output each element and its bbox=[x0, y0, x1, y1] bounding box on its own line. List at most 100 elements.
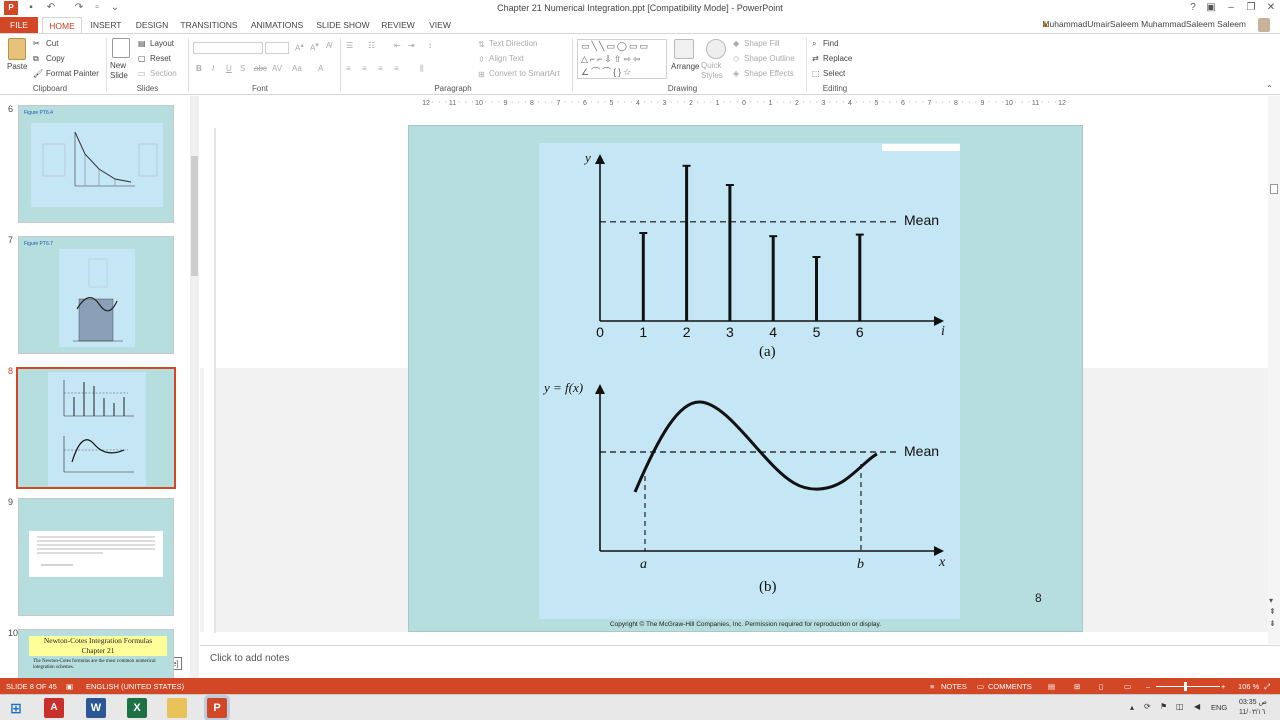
shapes-gallery[interactable]: ▭╲╲▭◯▭▭ △⌐⌐⇩⇧⇨⇦ ∠⌒⌒{}☆ bbox=[577, 39, 667, 79]
thumbnails-scrollbar[interactable] bbox=[190, 96, 199, 678]
slide-thumbnail-8[interactable] bbox=[16, 367, 176, 489]
ribbon-display-options-icon[interactable]: ▣ bbox=[1204, 1, 1218, 15]
slide-sorter-icon[interactable]: ⊞ bbox=[1074, 682, 1080, 691]
shape-fill-icon[interactable]: ◆ bbox=[733, 39, 739, 48]
align-text-button[interactable]: Align Text bbox=[489, 54, 524, 63]
scrollbar-thumb[interactable] bbox=[1270, 184, 1278, 194]
excel-icon[interactable]: X bbox=[127, 698, 147, 718]
scroll-down-icon[interactable]: ▾ bbox=[1269, 596, 1273, 605]
shadow-icon[interactable]: S bbox=[240, 64, 245, 73]
zoom-slider-thumb[interactable] bbox=[1184, 682, 1187, 691]
zoom-slider[interactable] bbox=[1156, 686, 1220, 687]
select-button[interactable]: Select bbox=[823, 69, 845, 78]
next-slide-icon[interactable]: ⇟ bbox=[1269, 619, 1276, 628]
tab-review[interactable]: REVIEW bbox=[378, 17, 418, 33]
action-center-icon[interactable]: ⚑ bbox=[1160, 702, 1167, 711]
arrange-button[interactable]: Arrange bbox=[671, 62, 699, 71]
slide-thumbnail-10[interactable]: Newton-Cotes Integration Formulas Chapte… bbox=[18, 629, 174, 679]
smartart-icon[interactable]: ⊞ bbox=[478, 70, 485, 79]
tab-design[interactable]: DESIGN bbox=[132, 17, 172, 33]
word-icon[interactable]: W bbox=[86, 698, 106, 718]
previous-slide-icon[interactable]: ⇞ bbox=[1269, 607, 1276, 616]
text-direction-button[interactable]: Text Direction bbox=[489, 39, 537, 48]
reset-button[interactable]: Reset bbox=[150, 54, 171, 63]
help-icon[interactable]: ? bbox=[1186, 1, 1200, 15]
spellcheck-icon[interactable]: ▣ bbox=[66, 682, 73, 691]
reading-view-icon[interactable]: ▯ bbox=[1099, 682, 1103, 691]
comments-icon[interactable]: ▭ bbox=[977, 682, 984, 691]
volume-icon[interactable]: ◀ bbox=[1194, 702, 1200, 711]
find-icon[interactable]: ⌕ bbox=[812, 39, 816, 49]
quick-styles-button[interactable]: Quick Styles bbox=[701, 61, 731, 81]
paste-icon[interactable] bbox=[8, 38, 26, 60]
avatar[interactable] bbox=[1258, 18, 1270, 32]
show-hidden-icons-icon[interactable]: ▴ bbox=[1130, 703, 1134, 712]
line-spacing-icon[interactable]: ↕ bbox=[428, 41, 432, 50]
user-name[interactable]: MuhammadUmairSaleem MuhammadSaleem Salee… bbox=[1042, 19, 1246, 29]
file-explorer-icon[interactable] bbox=[167, 698, 187, 718]
slide-thumbnail-7[interactable]: Figure PT6.7 bbox=[18, 236, 174, 354]
section-icon[interactable]: ▭ bbox=[138, 69, 146, 78]
zoom-in-icon[interactable]: + bbox=[1221, 682, 1225, 691]
font-size-field[interactable] bbox=[265, 42, 289, 54]
arrange-icon[interactable] bbox=[674, 39, 694, 59]
powerpoint-taskbar-icon[interactable]: P bbox=[207, 698, 227, 718]
replace-button[interactable]: Replace bbox=[823, 54, 852, 63]
notes-button[interactable]: NOTES bbox=[941, 682, 967, 691]
notes-placeholder[interactable]: Click to add notes bbox=[210, 653, 290, 664]
input-language[interactable]: ENG bbox=[1211, 703, 1227, 712]
new-slide-icon[interactable] bbox=[112, 38, 130, 58]
underline-icon[interactable]: U bbox=[226, 64, 232, 73]
convert-smartart-button[interactable]: Convert to SmartArt bbox=[489, 69, 560, 78]
strikethrough-icon[interactable]: abc bbox=[254, 64, 267, 73]
copy-button[interactable]: Copy bbox=[46, 54, 65, 63]
format-painter-icon[interactable]: 🖌 bbox=[33, 69, 43, 78]
close-icon[interactable]: ✕ bbox=[1264, 1, 1278, 15]
reset-icon[interactable]: ▢ bbox=[138, 54, 146, 63]
align-center-icon[interactable]: ≡ bbox=[362, 64, 367, 73]
clock-time[interactable]: 03:35 ص bbox=[1239, 698, 1267, 706]
justify-icon[interactable]: ≡ bbox=[394, 64, 399, 73]
shape-effects-icon[interactable]: ◈ bbox=[733, 69, 739, 78]
quick-styles-icon[interactable] bbox=[706, 39, 726, 59]
zoom-out-icon[interactable]: – bbox=[1146, 682, 1150, 691]
format-painter-button[interactable]: Format Painter bbox=[46, 69, 99, 78]
normal-view-icon[interactable]: ▤ bbox=[1048, 682, 1055, 691]
layout-button[interactable]: Layout bbox=[150, 39, 174, 48]
network-icon[interactable]: ◫ bbox=[1176, 702, 1184, 711]
notes-pane[interactable]: Click to add notes bbox=[200, 645, 1280, 678]
collapse-ribbon-icon[interactable]: ⌃ bbox=[1266, 84, 1273, 93]
acrobat-icon[interactable]: A bbox=[44, 698, 64, 718]
change-case-icon[interactable]: Aa bbox=[292, 64, 302, 73]
tab-insert[interactable]: INSERT bbox=[86, 17, 126, 33]
tab-file[interactable]: FILE bbox=[0, 17, 38, 33]
fit-to-window-icon[interactable]: ⤢ bbox=[1264, 682, 1270, 692]
language-label[interactable]: ENGLISH (UNITED STATES) bbox=[86, 682, 184, 691]
paste-button[interactable]: Paste bbox=[7, 62, 27, 71]
font-color-icon[interactable]: A bbox=[318, 64, 323, 73]
notes-icon[interactable]: ≡ bbox=[930, 682, 934, 691]
align-right-icon[interactable]: ≡ bbox=[378, 64, 383, 73]
slide-thumbnail-9[interactable] bbox=[18, 498, 174, 616]
scrollbar-thumb[interactable] bbox=[191, 156, 198, 276]
shape-fill-button[interactable]: Shape Fill bbox=[744, 39, 780, 48]
shape-outline-button[interactable]: Shape Outline bbox=[744, 54, 795, 63]
text-direction-icon[interactable]: ⇅ bbox=[478, 40, 485, 49]
tab-home[interactable]: HOME bbox=[42, 17, 82, 33]
cut-icon[interactable]: ✂ bbox=[33, 39, 40, 48]
copy-icon[interactable]: ⧉ bbox=[33, 54, 39, 64]
slide-show-icon[interactable]: ▭ bbox=[1124, 682, 1131, 691]
cut-button[interactable]: Cut bbox=[46, 39, 58, 48]
numbering-icon[interactable]: ☷ bbox=[368, 41, 375, 50]
bold-icon[interactable]: B bbox=[196, 64, 202, 73]
clear-formatting-icon[interactable]: A̸ bbox=[326, 41, 331, 50]
new-slide-button[interactable]: New Slide bbox=[110, 61, 134, 81]
zoom-level[interactable]: 106 % bbox=[1238, 682, 1259, 691]
font-name-field[interactable] bbox=[193, 42, 263, 54]
italic-icon[interactable]: I bbox=[212, 64, 214, 73]
restore-icon[interactable]: ❐ bbox=[1244, 1, 1258, 15]
align-left-icon[interactable]: ≡ bbox=[346, 64, 351, 73]
minimize-icon[interactable]: – bbox=[1224, 1, 1238, 15]
sync-icon[interactable]: ⟳ bbox=[1144, 702, 1151, 711]
main-scrollbar[interactable]: ▾ ⇞ ⇟ bbox=[1268, 96, 1280, 644]
